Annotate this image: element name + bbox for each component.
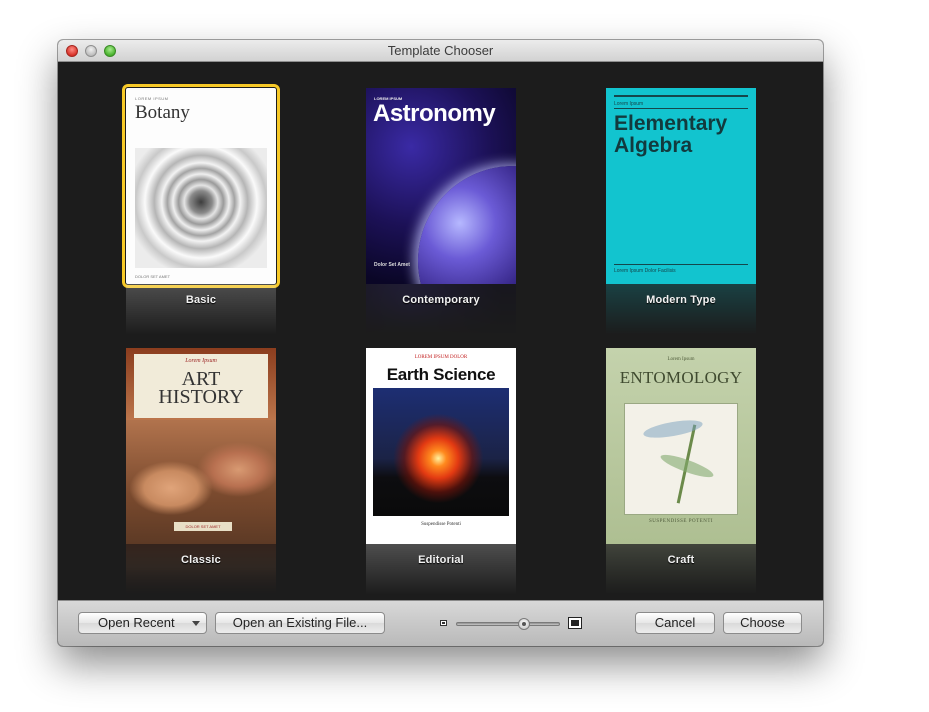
template-label: Classic [181, 554, 221, 566]
template-thumbnail[interactable]: Lorem Ipsum ENTOMOLOGY SUSPENDISSE POTEN… [606, 348, 756, 544]
cover-kicker: Lorem Ipsum [614, 101, 644, 107]
template-thumbnail[interactable]: Lorem Ipsum Elementary Algebra Lorem Ips… [606, 88, 756, 284]
cover-rule [614, 95, 748, 97]
cover-footer: Suspendisse Potenti [421, 522, 461, 527]
thumbnail-reflection [606, 284, 756, 344]
template-thumbnail[interactable]: Lorem Ipsum ART HISTORY DOLOR SET AMET [126, 348, 276, 544]
thumbnail-reflection [606, 544, 756, 604]
template-label: Modern Type [646, 294, 716, 306]
cover-footer: DOLOR SET AMET [174, 522, 232, 531]
slider-knob[interactable] [517, 618, 530, 630]
thumbnail-reflection [126, 544, 276, 604]
thumbnail-size-slider[interactable] [456, 622, 560, 626]
cover-title: Elementary Algebra [614, 112, 728, 157]
cover-image [418, 166, 516, 284]
template-label: Contemporary [402, 294, 480, 306]
template-thumbnail[interactable]: LOREM IPSUM DOLOR Earth Science Suspendi… [366, 348, 516, 544]
cover-image [625, 404, 737, 514]
thumbnail-reflection [126, 284, 276, 344]
open-recent-label: Open Recent [98, 615, 175, 630]
thumbnail-reflection [366, 544, 516, 604]
title-bar[interactable]: Template Chooser [58, 40, 823, 62]
choose-button[interactable]: Choose [723, 612, 802, 634]
cover-kicker: Lorem Ipsum [185, 358, 217, 364]
cover-image [135, 148, 267, 268]
cover-kicker: LOREM IPSUM [135, 96, 169, 101]
cancel-button[interactable]: Cancel [635, 612, 715, 634]
cover-title: Astronomy [373, 100, 496, 127]
cover-title: Botany [135, 102, 190, 123]
template-label: Craft [667, 554, 695, 566]
cover-image [373, 388, 509, 516]
open-recent-button[interactable]: Open Recent [78, 612, 207, 634]
cover-title: ENTOMOLOGY [619, 368, 743, 387]
template-label: Editorial [418, 554, 464, 566]
template-chooser-window: Template Chooser LOREM IPSUM Botany DOLO… [58, 40, 823, 646]
cover-footer: Dolor Set Amet [374, 262, 410, 268]
template-grid: LOREM IPSUM Botany DOLOR SET AMET Basic … [58, 62, 823, 604]
cover-kicker: LOREM IPSUM DOLOR [414, 355, 468, 360]
cover-rule [614, 264, 748, 265]
cover-title: Earth Science [386, 365, 496, 384]
thumbnail-reflection [366, 284, 516, 344]
cover-kicker: Lorem Ipsum [667, 357, 695, 362]
cover-footer: DOLOR SET AMET [135, 274, 171, 279]
zoom-large-icon[interactable] [568, 617, 582, 629]
template-label: Basic [185, 294, 217, 306]
cover-title-panel: Lorem Ipsum ART HISTORY [134, 354, 268, 418]
open-existing-file-button[interactable]: Open an Existing File... [215, 612, 385, 634]
cover-footer: Lorem Ipsum Dolor Facilisis [614, 268, 676, 274]
cover-title: ART HISTORY [158, 368, 244, 408]
window-title: Template Chooser [387, 43, 494, 58]
bottom-toolbar: Open Recent Open an Existing File... Can… [58, 600, 823, 646]
template-thumbnail[interactable]: LOREM IPSUM Botany DOLOR SET AMET [122, 84, 280, 288]
zoom-small-icon[interactable] [440, 620, 447, 626]
dropdown-arrow-icon[interactable] [192, 621, 200, 626]
template-thumbnail[interactable]: LOREM IPSUM Astronomy Dolor Set Amet [366, 88, 516, 284]
cover-rule [614, 108, 748, 109]
cover-footer: SUSPENDISSE POTENTI [648, 519, 714, 524]
